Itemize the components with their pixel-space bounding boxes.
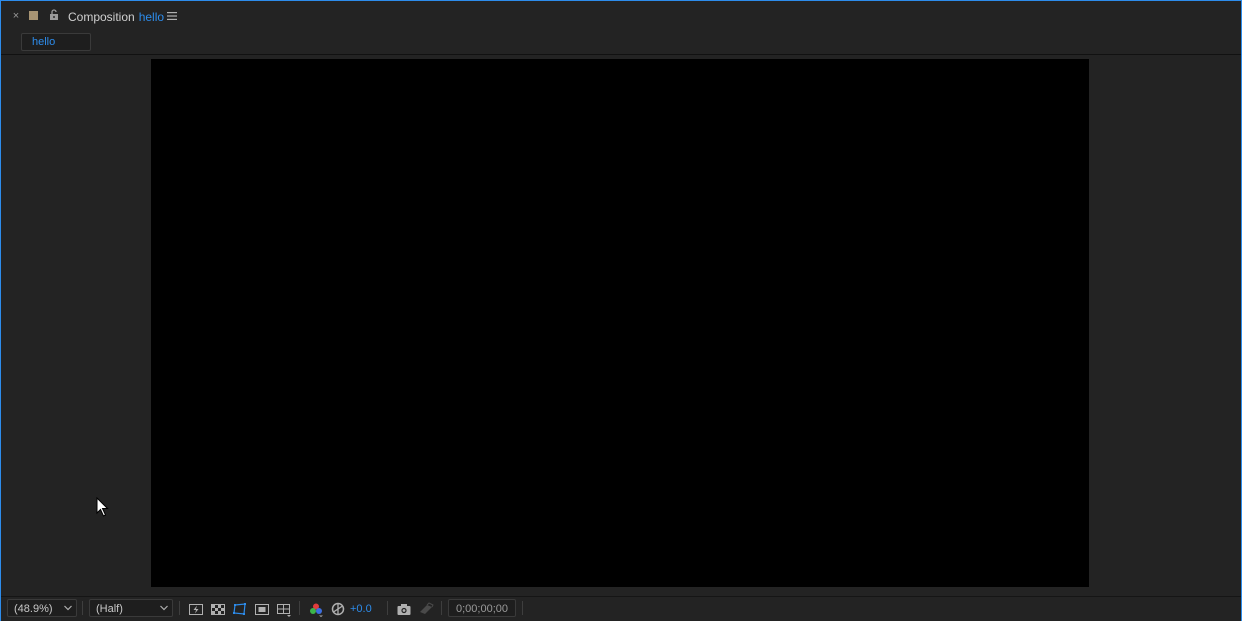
- panel-title-prefix: Composition: [68, 10, 135, 24]
- mouse-cursor-icon: [96, 497, 109, 517]
- toolbar-divider: [179, 601, 180, 615]
- chevron-down-icon: [64, 605, 72, 611]
- toolbar-divider: [387, 601, 388, 615]
- toolbar-divider: [82, 601, 83, 615]
- chevron-down-icon: [160, 605, 168, 611]
- composition-viewer[interactable]: [1, 55, 1241, 596]
- viewer-toolbar: (48.9%) (Half) +0.0 0;00;00;00: [1, 596, 1241, 621]
- lock-icon[interactable]: [48, 9, 60, 21]
- toolbar-divider: [299, 601, 300, 615]
- tab-hello[interactable]: hello: [21, 33, 91, 51]
- mask-path-visibility-icon[interactable]: [232, 601, 248, 617]
- hamburger-menu-icon[interactable]: [167, 11, 177, 21]
- panel-header: × Composition hello: [1, 1, 1241, 31]
- reset-exposure-icon[interactable]: [330, 601, 346, 617]
- resolution-dropdown[interactable]: (Half): [89, 599, 173, 617]
- panel-title: Composition hello: [68, 9, 164, 25]
- label-color-swatch[interactable]: [29, 11, 38, 20]
- color-channels-icon[interactable]: [308, 601, 324, 617]
- composition-tab-bar: hello: [1, 31, 1241, 55]
- magnification-dropdown[interactable]: (48.9%): [7, 599, 77, 617]
- close-panel-icon[interactable]: ×: [11, 9, 21, 23]
- composition-panel: × Composition hello hello (48.9%) (Half)…: [0, 0, 1242, 621]
- region-of-interest-icon[interactable]: [254, 601, 270, 617]
- snapshot-icon[interactable]: [396, 601, 412, 617]
- exposure-value[interactable]: +0.0: [350, 602, 372, 616]
- toolbar-divider: [522, 601, 523, 615]
- fast-previews-icon[interactable]: [188, 601, 204, 617]
- toolbar-divider: [441, 601, 442, 615]
- show-snapshot-icon[interactable]: [418, 601, 434, 617]
- composition-canvas[interactable]: [151, 59, 1089, 587]
- transparency-grid-icon[interactable]: [210, 601, 226, 617]
- grid-guides-icon[interactable]: [276, 601, 292, 617]
- resolution-value: (Half): [96, 603, 123, 615]
- composition-name: hello: [138, 10, 165, 24]
- current-time-display[interactable]: 0;00;00;00: [448, 599, 516, 617]
- magnification-value: (48.9%): [14, 603, 53, 615]
